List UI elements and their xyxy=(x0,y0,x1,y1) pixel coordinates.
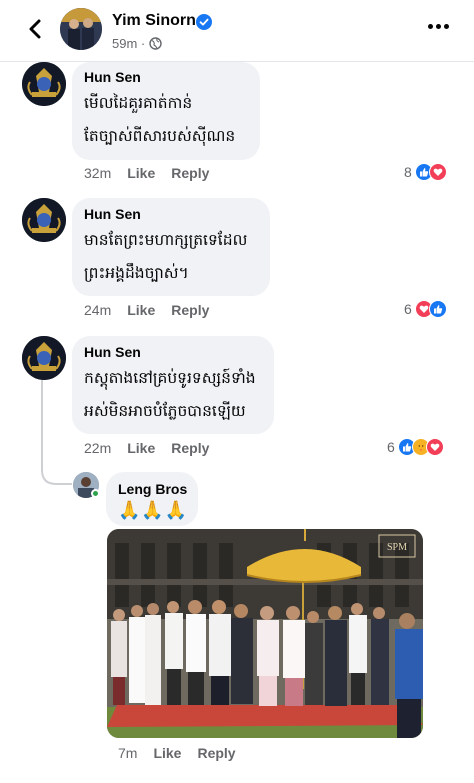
comment-text-line: អស់មិនអាចបំភ្លែចបានឡើយ xyxy=(84,402,246,420)
comment-bubble: Hun Sen កស្តុតាងនៅគ្រប់ទូរទស្សន៍ទាំង អស់… xyxy=(72,336,274,434)
photo-watermark: SPM xyxy=(387,542,407,553)
back-icon xyxy=(29,19,41,39)
like-button[interactable]: Like xyxy=(127,440,155,456)
comment-author[interactable]: Hun Sen xyxy=(84,69,141,85)
like-button[interactable]: Like xyxy=(127,302,155,318)
reaction-summary[interactable]: 8 xyxy=(404,163,447,181)
reaction-summary[interactable]: 6 xyxy=(387,438,444,456)
like-reaction-icon xyxy=(428,300,447,318)
more-options-button[interactable] xyxy=(428,24,450,32)
commenter-avatar[interactable] xyxy=(22,198,66,242)
reply-button[interactable]: Reply xyxy=(171,302,209,318)
comment-actions: 32m Like Reply xyxy=(84,165,209,181)
comment-time: 22m xyxy=(84,440,112,456)
back-button[interactable] xyxy=(22,14,50,44)
comment-text-line: មានតែព្រះមហាក្សត្រទេដែល xyxy=(84,231,248,249)
reply-time: 7m xyxy=(118,745,138,761)
commenter-avatar[interactable] xyxy=(22,62,66,106)
comment-bubble: Hun Sen មានតែព្រះមហាក្សត្រទេដែល ព្រះអង្គ… xyxy=(72,198,270,296)
verified-icon xyxy=(196,14,212,30)
comment-text-line: ព្រះអង្គដឹងច្បាស់។ xyxy=(84,264,189,282)
reply-photo[interactable]: SPM xyxy=(107,529,423,738)
comment-actions: 22m Like Reply xyxy=(84,440,209,456)
reply-button[interactable]: Reply xyxy=(197,745,235,761)
online-status-icon xyxy=(91,489,100,498)
reply-author[interactable]: Leng Bros xyxy=(118,481,187,497)
author-name[interactable]: Yim Sinorn xyxy=(112,12,196,30)
reaction-count: 6 xyxy=(387,439,395,455)
reaction-count: 8 xyxy=(404,164,412,180)
reply-bubble: Leng Bros 🙏🙏🙏 xyxy=(106,472,198,526)
comment-bubble: Hun Sen មើលដៃគួរគាត់កាន់ តែច្បាស់ពីសារបស… xyxy=(72,62,260,160)
reply-thread-line xyxy=(41,380,72,485)
comment-text-line: កស្តុតាងនៅគ្រប់ទូរទស្សន៍ទាំង xyxy=(84,369,256,387)
reply-text: 🙏🙏🙏 xyxy=(118,500,189,520)
commenter-avatar[interactable] xyxy=(22,336,66,380)
comment-time: 24m xyxy=(84,302,112,318)
post-meta: 59m · xyxy=(112,36,162,51)
comment-author[interactable]: Hun Sen xyxy=(84,344,141,360)
reply-button[interactable]: Reply xyxy=(171,440,209,456)
comment-author[interactable]: Hun Sen xyxy=(84,206,141,222)
like-button[interactable]: Like xyxy=(153,745,181,761)
globe-icon xyxy=(149,37,162,50)
reply-button[interactable]: Reply xyxy=(171,165,209,181)
post-time: 59m · xyxy=(112,36,146,51)
comment-text-line: មើលដៃគួរគាត់កាន់ xyxy=(84,94,193,112)
reaction-count: 6 xyxy=(404,301,412,317)
like-button[interactable]: Like xyxy=(127,165,155,181)
comment-actions: 24m Like Reply xyxy=(84,302,209,318)
comment-time: 32m xyxy=(84,165,112,181)
reply-actions: 7m Like Reply xyxy=(118,745,236,761)
love-reaction-icon xyxy=(425,438,444,456)
comment-text-line: តែច្បាស់ពីសារបស់ស៊ីណន xyxy=(84,127,236,145)
reaction-summary[interactable]: 6 xyxy=(404,300,447,318)
author-avatar[interactable] xyxy=(60,8,102,50)
love-reaction-icon xyxy=(428,163,447,181)
post-header: Yim Sinorn 59m · xyxy=(0,0,474,62)
